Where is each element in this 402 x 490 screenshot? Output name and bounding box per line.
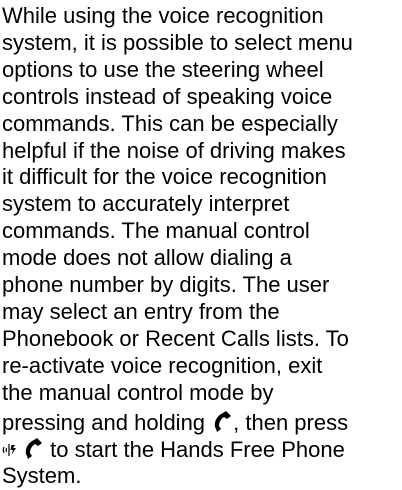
start-hands-free-text: to start the Hands Free Phone xyxy=(44,436,345,462)
phone-handset-icon xyxy=(211,410,233,432)
text-line: system to accurately interpret xyxy=(2,191,290,217)
text-line-with-icons: to start the Hands Free Phone xyxy=(2,437,402,464)
text-line-with-icon: pressing and holding , then press xyxy=(2,410,402,437)
instruction-paragraph: While using the voice recognition system… xyxy=(2,3,402,490)
text-line: the manual control mode by xyxy=(2,379,274,405)
voice-recognition-icon xyxy=(2,441,18,459)
text-line: may select an entry from the xyxy=(2,298,280,324)
text-line: options to use the steering wheel xyxy=(2,56,324,82)
text-line: re-activate voice recognition, exit xyxy=(2,352,323,378)
text-line: While using the voice recognition xyxy=(2,3,324,28)
text-line: helpful if the noise of driving makes xyxy=(2,137,346,163)
pressing-holding-text: pressing and holding xyxy=(2,409,212,435)
text-line: Phonebook or Recent Calls lists. To xyxy=(2,325,349,351)
text-line: system, it is possible to select menu xyxy=(2,29,353,55)
text-line: mode does not allow dialing a xyxy=(2,245,292,271)
text-line: controls instead of speaking voice xyxy=(2,83,333,109)
text-line: System. xyxy=(2,463,82,489)
text-line: commands. This can be especially xyxy=(2,110,338,136)
then-press-text: , then press xyxy=(233,409,349,435)
phone-handset-icon xyxy=(22,437,44,459)
text-line: phone number by digits. The user xyxy=(2,272,330,298)
text-line: commands. The manual control xyxy=(2,218,310,244)
manual-page: While using the voice recognition system… xyxy=(0,0,402,488)
text-line: it difficult for the voice recognition xyxy=(2,164,327,190)
